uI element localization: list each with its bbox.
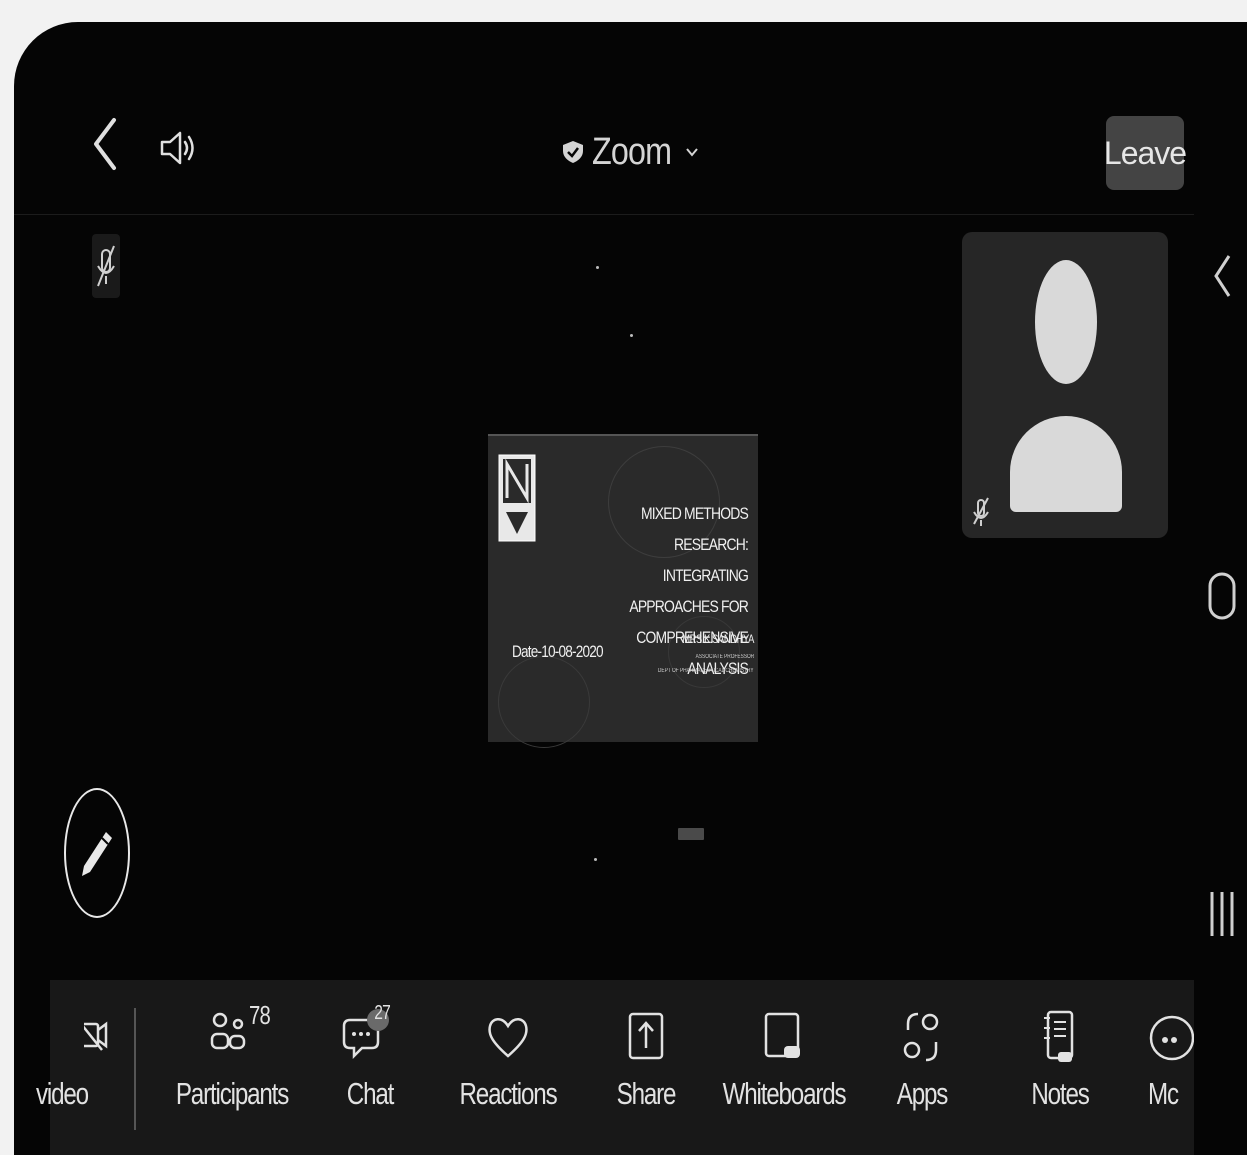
leave-button[interactable]: Leave <box>1104 116 1187 190</box>
whiteboard-icon <box>764 1012 800 1058</box>
slide-designation: ASSOCIATE PROFESSOR <box>695 654 754 660</box>
top-bar: Zoom Leave <box>14 22 1194 215</box>
participants-button[interactable]: 78 Participants <box>172 1000 292 1128</box>
system-back-icon[interactable] <box>1212 252 1232 300</box>
speaker-mute-indicator <box>92 234 120 298</box>
meeting-toolbar: video 78 Participants 27 Chat Reactions … <box>36 980 1194 1155</box>
mic-muted-icon <box>97 245 115 287</box>
participants-label: Participants <box>175 1076 289 1111</box>
meeting-title: Zoom <box>592 130 672 173</box>
pencil-icon <box>82 832 112 876</box>
self-video-tile[interactable] <box>962 232 1168 538</box>
college-logo <box>498 454 536 542</box>
screen-dot <box>594 858 597 861</box>
apps-label: Apps <box>896 1076 949 1111</box>
shield-icon <box>563 141 583 163</box>
avatar-head <box>1035 260 1097 384</box>
whiteboards-button[interactable]: Whiteboards <box>723 1008 847 1128</box>
system-recents-icon[interactable] <box>1204 888 1240 940</box>
more-label: Mc <box>1148 1076 1179 1111</box>
video-off-icon <box>84 1021 108 1051</box>
share-label: Share <box>616 1076 677 1111</box>
heart-icon <box>488 1018 528 1058</box>
chat-icon <box>342 1009 389 1060</box>
chat-label: Chat <box>346 1076 395 1111</box>
reactions-button[interactable]: Reactions <box>448 1008 568 1128</box>
whiteboards-label: Whiteboards <box>722 1076 847 1111</box>
slide-department: DEPT OF PHARMACEUTICAL CHEMISTRY <box>658 668 754 674</box>
meeting-screen: Zoom Leave MIXED METHODS RESEARCH: INTEG <box>14 22 1247 1155</box>
avatar-body <box>1010 416 1122 512</box>
meeting-title-button[interactable]: Zoom <box>562 130 699 174</box>
slide-author: MRS.K.SANDHYA <box>682 632 754 646</box>
chat-button[interactable]: 27 Chat <box>310 1002 430 1128</box>
apps-button[interactable]: Apps <box>862 1008 982 1128</box>
screen-dot <box>630 334 633 337</box>
more-icon <box>1149 1015 1194 1061</box>
mic-muted-icon <box>973 497 989 526</box>
video-button[interactable]: video <box>14 1008 126 1128</box>
system-home-icon[interactable] <box>1202 570 1242 622</box>
screen-dot <box>596 266 599 269</box>
notes-icon <box>1044 1010 1074 1062</box>
apps-icon <box>903 1012 939 1062</box>
notes-button[interactable]: Notes <box>1000 1008 1120 1128</box>
share-button[interactable]: Share <box>586 1008 706 1128</box>
shared-screen-slide: MIXED METHODS RESEARCH: INTEGRATING APPR… <box>488 434 758 748</box>
video-label: video <box>36 1076 89 1111</box>
speaker-icon[interactable] <box>158 128 198 168</box>
slide-date: Date-10-08-2020 <box>512 642 604 661</box>
chevron-left-icon[interactable] <box>90 116 120 172</box>
reactions-label: Reactions <box>459 1076 557 1111</box>
notes-label: Notes <box>1031 1076 1089 1111</box>
annotate-button[interactable] <box>64 788 130 918</box>
more-button[interactable]: Mc <box>1138 1008 1194 1128</box>
participants-count: 78 <box>248 1000 271 1030</box>
presenter-name-chip <box>678 828 704 840</box>
chat-unread-count: 27 <box>374 1002 391 1024</box>
chevron-down-icon <box>686 148 698 157</box>
participants-icon <box>210 1012 246 1050</box>
toolbar-divider <box>134 1008 136 1130</box>
share-screen-icon <box>628 1012 664 1060</box>
